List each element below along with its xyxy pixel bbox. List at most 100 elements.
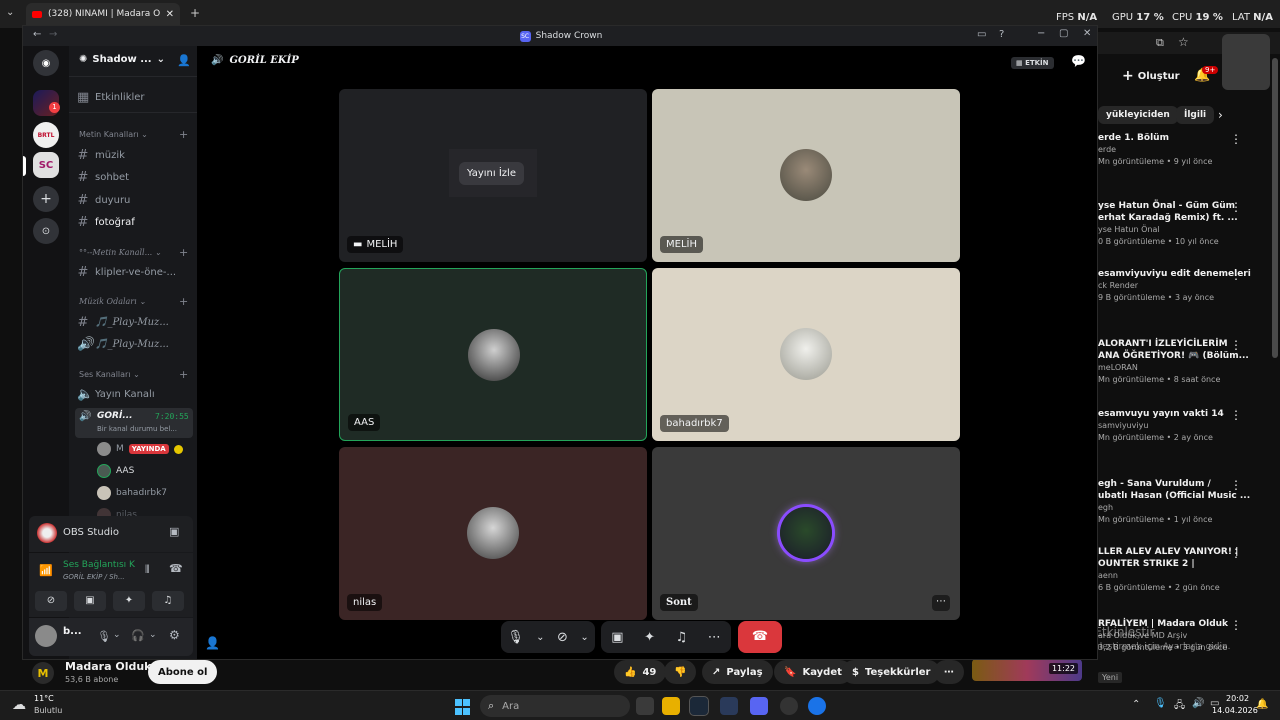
voice-user-aas[interactable]: AAS <box>97 464 134 478</box>
avatar[interactable] <box>1222 34 1270 90</box>
save-button[interactable]: 🔖 Kaydet <box>774 660 852 684</box>
activities-button[interactable]: ✦ <box>113 591 145 611</box>
dislike-button[interactable]: 👎 <box>664 660 697 684</box>
recommended-video[interactable]: yse Hatun Önal - Güm Güm erhat Karadağ R… <box>1098 200 1266 248</box>
tray-mic-icon[interactable]: 🎙 <box>1154 698 1167 709</box>
noise-suppression-icon[interactable]: ⫴ <box>145 563 150 577</box>
inbox-icon[interactable]: ▭ <box>977 29 986 40</box>
new-tab-icon[interactable]: + <box>190 6 200 20</box>
browser-tab[interactable]: (328) NİNAMI | Madara Olduk ✕ <box>26 3 180 25</box>
chevron-down-icon[interactable]: ⌄ <box>580 632 588 643</box>
server-name-header[interactable]: ✺ Shadow ... ⌄ <box>79 54 165 65</box>
voice-user-m[interactable]: M YAYINDA <box>97 442 183 456</box>
more-vertical-icon[interactable]: ⋮ <box>1230 478 1242 492</box>
clock-time[interactable]: 20:02 <box>1226 694 1249 703</box>
minimize-icon[interactable]: − <box>1037 28 1045 39</box>
task-view-icon[interactable] <box>636 697 654 715</box>
user-name[interactable]: b... <box>63 626 82 637</box>
close-window-icon[interactable]: ✕ <box>1083 28 1091 39</box>
chevron-down-icon[interactable]: ⌄ <box>113 630 121 640</box>
chip-related[interactable]: İlgili <box>1176 106 1215 124</box>
channel-klipler[interactable]: # klipler-ve-öne-... <box>77 262 191 282</box>
scrollbar[interactable] <box>1272 58 1278 358</box>
weather-cloud-icon[interactable]: ☁ <box>12 697 26 713</box>
maximize-icon[interactable]: ▢ <box>1059 28 1068 39</box>
soundboard-icon[interactable]: ♫ <box>676 630 688 645</box>
add-channel-icon[interactable]: + <box>179 246 188 259</box>
channel-duyuru[interactable]: # duyuru <box>77 190 191 210</box>
notification-center-icon[interactable]: 🔔 <box>1256 699 1268 710</box>
channel-name[interactable]: Madara Olduk <box>65 660 152 673</box>
avatar[interactable] <box>35 625 57 647</box>
category-text-channels-2[interactable]: °°--Metin Kanall... ⌄ <box>79 248 161 257</box>
category-text-channels[interactable]: Metin Kanalları ⌄ <box>79 130 148 139</box>
recommended-video[interactable]: LLER ALEV ALEV YANIYOR! | OUNTER STRIKE … <box>1098 546 1266 594</box>
discord-taskbar-icon[interactable] <box>750 697 768 715</box>
discover-icon[interactable]: ⊙ <box>33 218 59 244</box>
thanks-button[interactable]: $ Teşekkürler <box>842 660 941 684</box>
help-icon[interactable]: ? <box>999 29 1004 40</box>
tray-chevron-up-icon[interactable]: ⌃ <box>1132 699 1140 710</box>
tile-user-nilas[interactable]: nilas <box>339 447 647 620</box>
recommended-video[interactable]: esamvuyu yayın vakti 14 samviyuviyu Mn gör… <box>1098 408 1266 444</box>
recommended-video[interactable]: esamviyuviyu edit denemeleri ck Render 9 B… <box>1098 268 1266 304</box>
create-button[interactable]: + Oluştur <box>1122 68 1180 84</box>
server-icon-2[interactable]: BRTL <box>33 122 59 148</box>
app-icon[interactable] <box>720 697 738 715</box>
camera-off-icon[interactable]: ⊘ <box>557 630 568 645</box>
channel-sohbet[interactable]: # sohbet <box>77 167 191 187</box>
subscribe-button[interactable]: Abone ol <box>148 660 218 684</box>
bookmark-star-icon[interactable]: ☆ <box>1178 35 1189 49</box>
invite-people-icon[interactable]: 👤 <box>177 54 191 67</box>
channel-play-muzik-1[interactable]: # 🎵_Play-Muz... <box>77 312 191 332</box>
camera-off-button[interactable]: ⊘ <box>35 591 67 611</box>
channel-play-muzik-2[interactable]: 🔊 🎵_Play-Muz... <box>77 334 191 354</box>
file-explorer-icon[interactable] <box>662 697 680 715</box>
activities-icon[interactable]: ✦ <box>644 630 655 645</box>
recommended-video[interactable]: ALORANT'I İZLEYİCİLERİM ANA ÖĞRETİYOR! 🎮… <box>1098 338 1266 386</box>
more-horizontal-icon[interactable]: ⋯ <box>708 630 721 645</box>
microphone-icon[interactable]: 🎙 <box>97 630 111 643</box>
disconnect-icon[interactable]: ☎ <box>169 562 183 575</box>
add-channel-icon[interactable]: + <box>179 368 188 381</box>
category-music-rooms[interactable]: Müzik Odaları ⌄ <box>79 297 146 306</box>
share-screen-button[interactable]: ▣ <box>74 591 106 611</box>
add-channel-icon[interactable]: + <box>179 128 188 141</box>
tile-user-aas[interactable]: AAS <box>339 268 647 441</box>
back-arrow-icon[interactable]: ← <box>33 29 41 40</box>
tab-list-icon[interactable]: ⌄ <box>6 7 14 18</box>
tile-more-icon[interactable]: ⋯ <box>932 595 950 611</box>
invite-to-voice-icon[interactable]: 👤 <box>205 636 220 650</box>
chrome-taskbar-icon[interactable] <box>808 697 826 715</box>
chevron-down-icon[interactable]: ⌄ <box>536 632 544 643</box>
active-voice-channel[interactable]: 🔊 GORİ... 7:20:55 Bir kanal durumu bel..… <box>75 408 193 438</box>
tile-stream-melih[interactable]: Yayını İzle ▬ MELİH <box>339 89 647 262</box>
more-vertical-icon[interactable]: ⋮ <box>1230 408 1242 422</box>
windows-start-icon[interactable] <box>454 697 472 715</box>
tray-network-icon[interactable]: 🖧 <box>1174 698 1185 715</box>
more-vertical-icon[interactable]: ⋮ <box>1230 546 1242 560</box>
more-vertical-icon[interactable]: ⋮ <box>1230 132 1242 146</box>
more-vertical-icon[interactable]: ⋮ <box>1230 338 1242 352</box>
tray-volume-icon[interactable]: 🔊 <box>1192 698 1204 709</box>
tile-user-sont[interactable]: Sont ⋯ <box>652 447 960 620</box>
tile-user-bahadirbk7[interactable]: bahadırbk7 <box>652 268 960 441</box>
steam-icon[interactable] <box>689 696 709 716</box>
more-vertical-icon[interactable]: ⋮ <box>1230 618 1242 632</box>
channel-fotograf[interactable]: # fotoğraf <box>77 212 191 232</box>
chat-bubble-icon[interactable]: 💬 <box>1071 54 1086 68</box>
more-vertical-icon[interactable]: ⋮ <box>1230 268 1242 282</box>
tile-user-melih[interactable]: MELİH <box>652 89 960 262</box>
like-button[interactable]: 👍 49 <box>614 660 667 684</box>
close-tab-icon[interactable]: ✕ <box>166 9 174 20</box>
forward-arrow-icon[interactable]: → <box>49 29 57 40</box>
channel-avatar[interactable]: M <box>32 662 54 684</box>
server-icon-shadow-crown[interactable]: SC <box>33 152 59 178</box>
channel-muzik[interactable]: # müzik <box>77 145 191 165</box>
discord-home-icon[interactable]: ◉ <box>33 50 59 76</box>
category-voice-channels[interactable]: Ses Kanalları ⌄ <box>79 370 140 379</box>
chip-uploader[interactable]: yükleyiciden <box>1098 106 1178 124</box>
chevron-right-icon[interactable]: › <box>1218 108 1223 122</box>
chevron-down-icon[interactable]: ⌄ <box>149 630 157 640</box>
events-item[interactable]: ▦ Etkinlikler <box>77 87 191 107</box>
